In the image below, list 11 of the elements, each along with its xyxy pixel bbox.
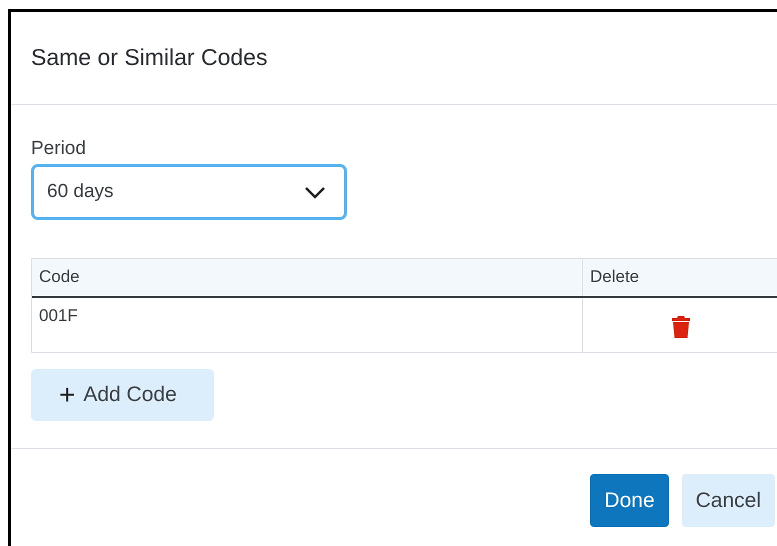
done-button[interactable]: Done	[590, 474, 669, 527]
trash-icon[interactable]	[672, 316, 690, 338]
table-cell-text: 001F	[38, 305, 79, 327]
chevron-down-icon	[304, 186, 326, 198]
period-select[interactable]: 60 days	[31, 164, 347, 220]
column-header: Delete	[582, 259, 777, 296]
cancel-button[interactable]: Cancel	[682, 474, 775, 527]
add-code-button[interactable]: + Add Code	[31, 369, 214, 421]
column-header: Code	[38, 266, 81, 288]
dialog-title: Same or Similar Codes	[31, 44, 268, 70]
period-label: Period	[31, 138, 87, 160]
